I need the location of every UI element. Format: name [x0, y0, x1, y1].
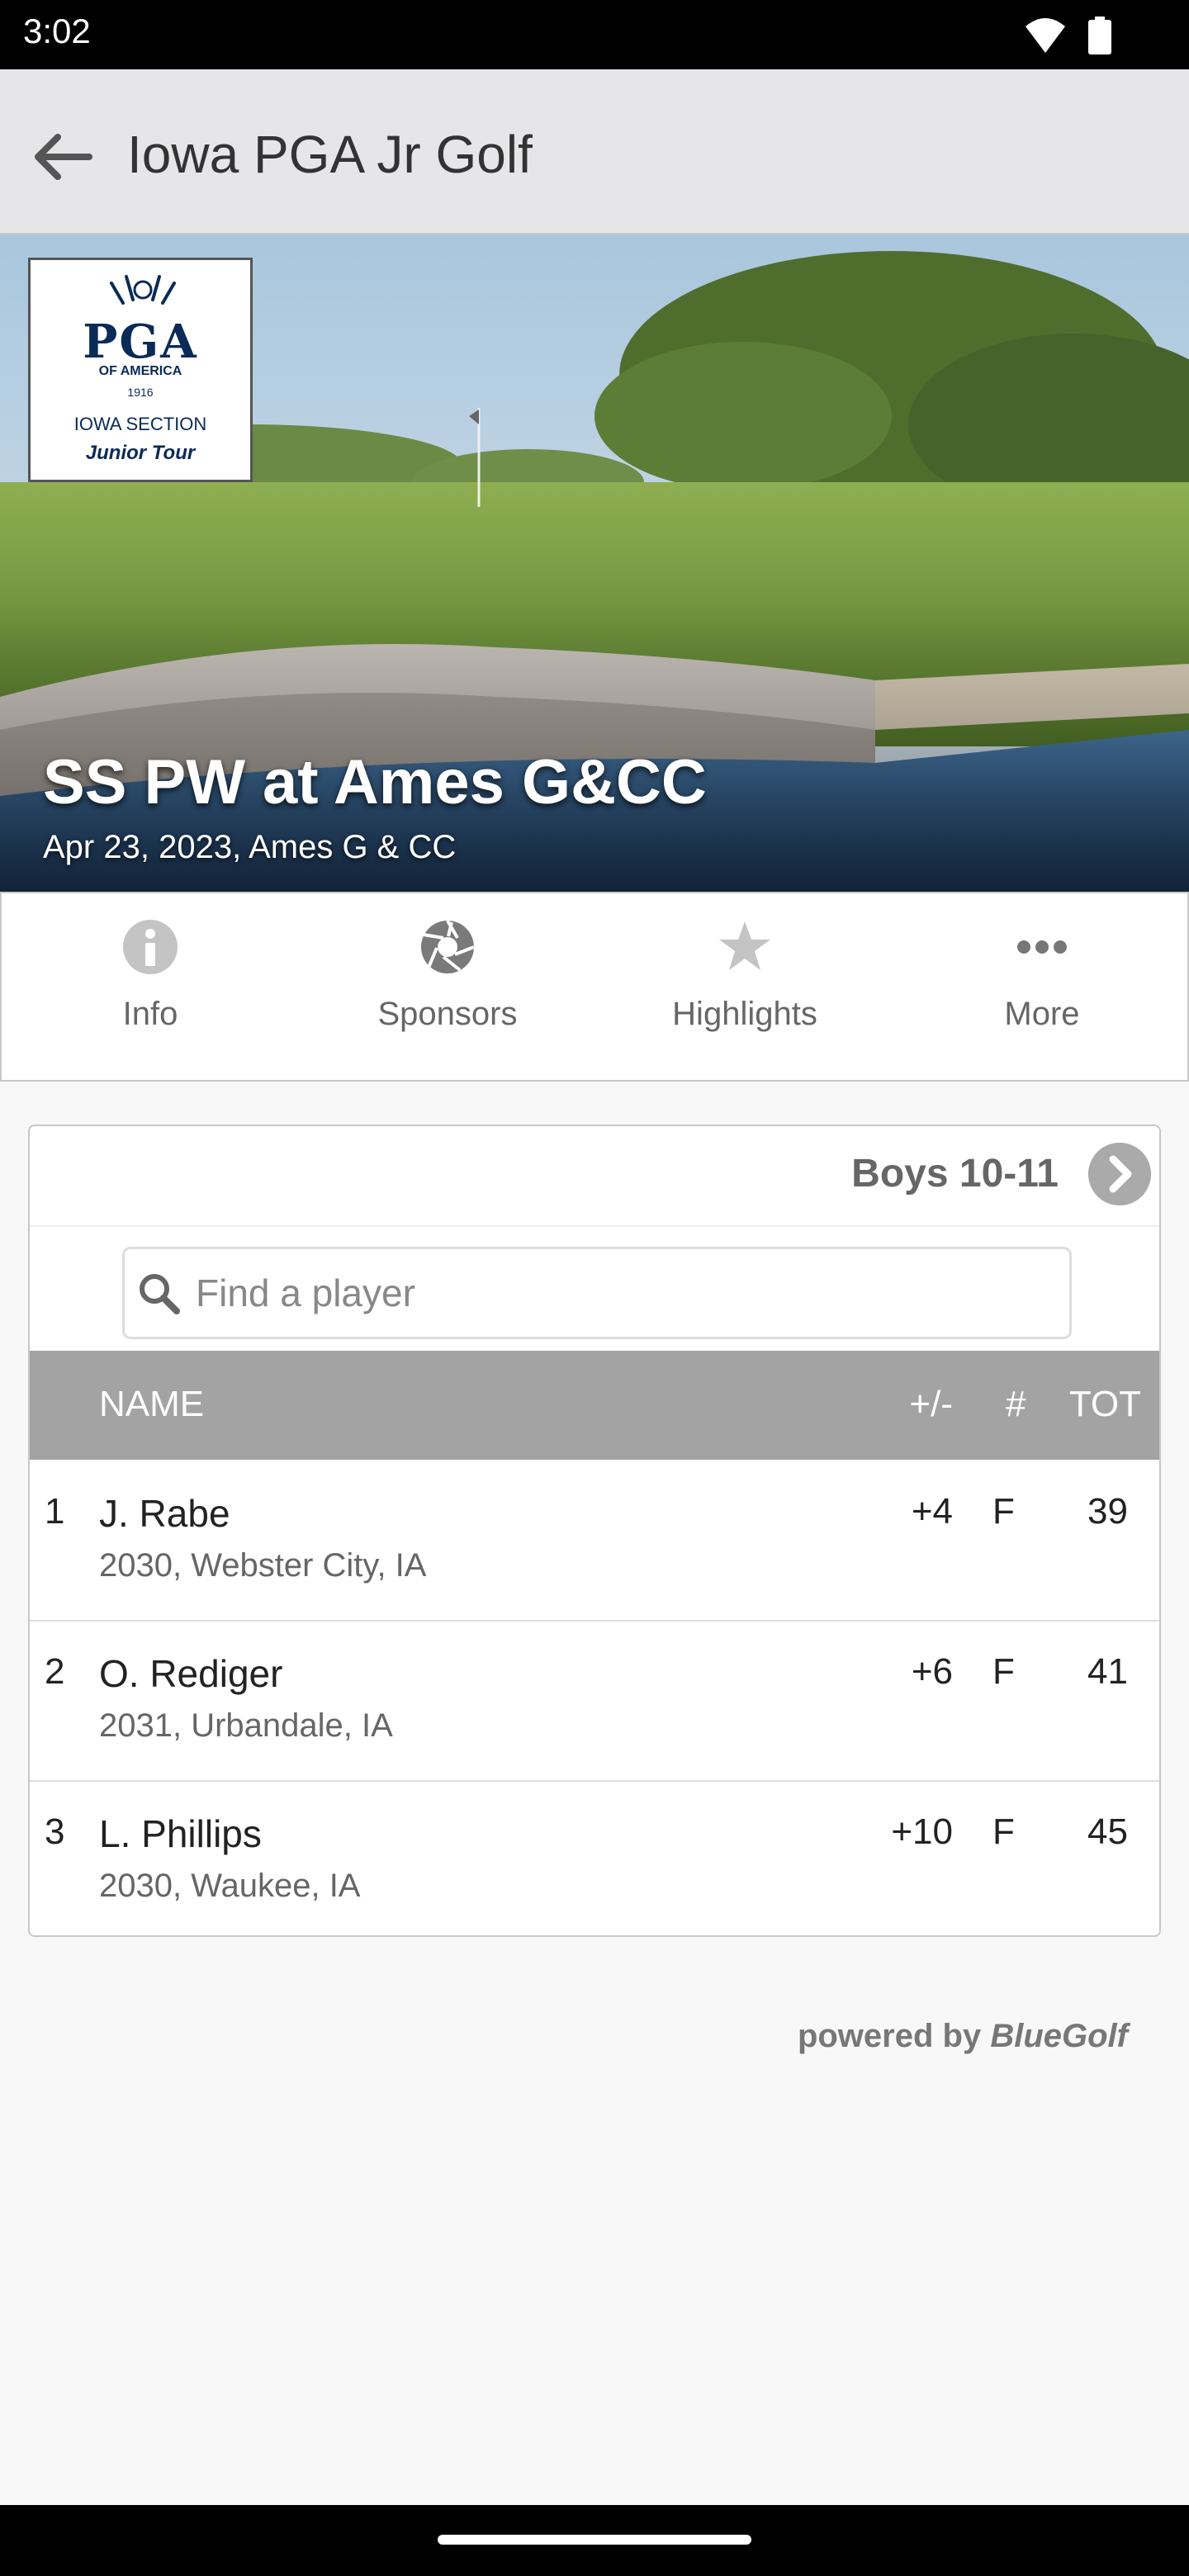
aperture-icon [421, 920, 475, 973]
logo-pga-text: PGA [83, 315, 198, 369]
row-total: 41 [1087, 1651, 1128, 1692]
row-par: +4 [911, 1491, 953, 1532]
row-par: +10 [891, 1811, 953, 1852]
row-thru: F [992, 1651, 1015, 1692]
row-par: +6 [911, 1651, 953, 1692]
golf-clubs-icon [110, 275, 176, 305]
table-row[interactable]: 2 O. Rediger 2031, Urbandale, IA +6 F 41 [30, 1620, 1159, 1780]
star-icon [719, 921, 770, 970]
row-total: 39 [1087, 1491, 1128, 1532]
column-par: +/- [909, 1384, 953, 1424]
row-player-details: 2030, Waukee, IA [99, 1868, 361, 1904]
row-position: 1 [45, 1491, 65, 1532]
wifi-icon [1026, 18, 1065, 53]
home-gesture-handle[interactable] [438, 2535, 751, 2545]
system-navigation-bar [0, 2505, 1189, 2576]
tab-highlights-label: Highlights [672, 996, 817, 1032]
more-dots-icon [1017, 940, 1067, 954]
column-thru: # [1006, 1384, 1026, 1424]
row-thru: F [992, 1491, 1015, 1532]
logo-of-america-text: OF AMERICA [98, 364, 182, 378]
powered-by-prefix: powered by [797, 2018, 982, 2054]
row-position: 2 [45, 1651, 65, 1692]
info-icon [123, 920, 178, 974]
row-player-name: O. Rediger [99, 1652, 283, 1695]
tab-info[interactable]: Info [2, 893, 299, 1082]
battery-icon [1088, 17, 1111, 54]
leaderboard-header: NAME +/- # TOT [30, 1351, 1159, 1460]
column-name: NAME [99, 1384, 205, 1424]
tab-sponsors[interactable]: Sponsors [299, 893, 596, 1082]
column-total: TOT [1068, 1384, 1141, 1424]
tab-sponsors-label: Sponsors [377, 996, 518, 1032]
tab-more[interactable]: More [893, 893, 1189, 1082]
logo-year-text: 1916 [127, 386, 154, 399]
tab-more-label: More [1004, 996, 1080, 1032]
row-player-name: L. Phillips [99, 1812, 262, 1855]
event-title: SS PW at Ames G&CC [43, 747, 707, 817]
tab-highlights[interactable]: Highlights [596, 893, 893, 1082]
row-total: 45 [1087, 1811, 1128, 1852]
logo-section-text: IOWA SECTION [73, 414, 207, 434]
leaderboard-card: Boys 10-11 NAME +/- # TOT 1 J. Rabe 2030… [28, 1125, 1161, 1937]
chevron-right-icon[interactable] [1088, 1143, 1151, 1205]
row-player-details: 2030, Webster City, IA [99, 1547, 427, 1584]
powered-by-bluegolf[interactable]: powered by BlueGolf [798, 2018, 1128, 2055]
divider [30, 1225, 1159, 1227]
row-thru: F [992, 1811, 1015, 1852]
division-name[interactable]: Boys 10-11 [851, 1151, 1059, 1196]
tab-info-label: Info [122, 996, 178, 1032]
logo-tour-text: Junior Tour [85, 442, 196, 464]
event-tab-bar: Info Sponsors Highlights More [0, 892, 1189, 1082]
status-time: 3:02 [23, 12, 91, 50]
table-row[interactable]: 1 J. Rabe 2030, Webster City, IA +4 F 39 [30, 1460, 1159, 1620]
row-player-name: J. Rabe [99, 1492, 230, 1535]
table-row[interactable]: 3 L. Phillips 2030, Waukee, IA +10 F 45 [30, 1780, 1159, 1935]
app-bar: Iowa PGA Jr Golf [0, 69, 1189, 234]
row-position: 3 [45, 1811, 65, 1852]
powered-by-brand: BlueGolf [990, 2018, 1128, 2054]
player-search-input[interactable] [196, 1266, 1054, 1320]
search-icon [140, 1274, 180, 1314]
back-arrow-icon[interactable] [23, 117, 102, 197]
app-title: Iowa PGA Jr Golf [127, 125, 533, 184]
player-search-box[interactable] [122, 1247, 1072, 1339]
event-date-venue: Apr 23, 2023, Ames G & CC [43, 829, 457, 865]
row-player-details: 2031, Urbandale, IA [99, 1707, 393, 1744]
pga-junior-tour-logo: PGA OF AMERICA 1916 IOWA SECTION Junior … [28, 258, 253, 482]
event-banner: PGA OF AMERICA 1916 IOWA SECTION Junior … [0, 234, 1189, 892]
